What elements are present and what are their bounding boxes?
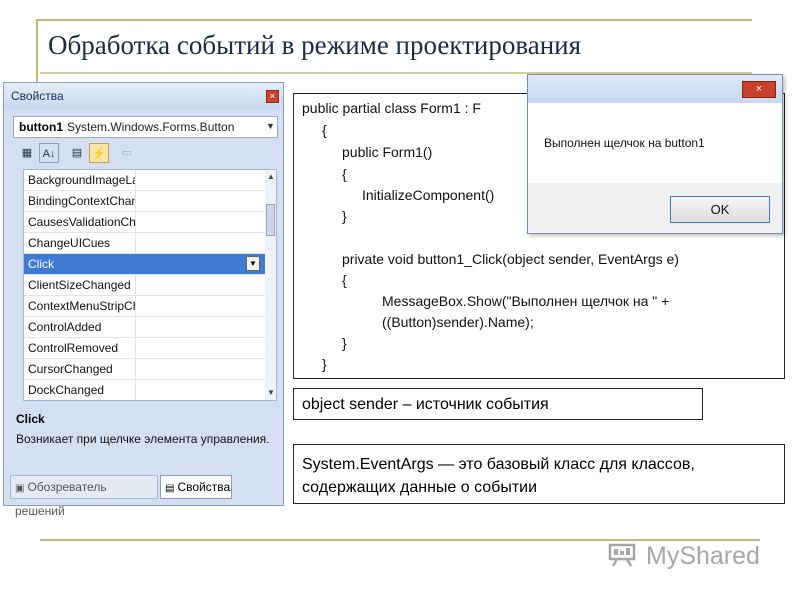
properties-toolbar: ▦ A↓ ▤ ⚡ ▭ xyxy=(13,141,278,167)
code-line: InitializeComponent() xyxy=(362,187,495,203)
properties-window: Свойства × button1 System.Windows.Forms.… xyxy=(3,82,284,518)
chevron-down-icon: ▼ xyxy=(266,121,275,131)
grid-row[interactable]: CausesValidationCha xyxy=(24,212,265,233)
event-name: ControlAdded xyxy=(28,320,102,334)
grid-row[interactable]: CursorChanged xyxy=(24,359,265,380)
grid-row[interactable]: ControlRemoved xyxy=(24,338,265,359)
object-name: button1 xyxy=(19,120,63,134)
slide-title: Обработка событий в режиме проектировани… xyxy=(48,30,582,60)
event-name: Click xyxy=(28,257,54,271)
scroll-thumb[interactable] xyxy=(266,204,275,236)
grid-separator xyxy=(135,212,136,232)
properties-icon: ▤ xyxy=(165,483,175,494)
close-icon[interactable]: × xyxy=(266,90,279,103)
grid-row[interactable]: ChangeUICues xyxy=(24,233,265,254)
code-line: ((Button)sender).Name); xyxy=(382,314,534,330)
object-type: System.Windows.Forms.Button xyxy=(67,120,235,134)
event-name: CursorChanged xyxy=(28,362,113,376)
tab-label: Свойства xyxy=(177,480,231,494)
code-line: MessageBox.Show("Выполнен щелчок на " + xyxy=(382,293,670,309)
logo-text: MyShared xyxy=(646,542,760,570)
solution-explorer-icon: ▣ xyxy=(15,483,25,494)
properties-icon[interactable]: ▤ xyxy=(67,143,87,163)
object-selector[interactable]: button1 System.Windows.Forms.Button ▼ xyxy=(13,116,278,138)
code-line: } xyxy=(342,335,347,351)
alphabetical-icon[interactable]: A↓ xyxy=(39,143,59,163)
eventargs-note: System.EventArgs — это базовый класс для… xyxy=(293,444,785,504)
grid-row-selected[interactable]: Click ▼ xyxy=(24,254,265,275)
code-line: } xyxy=(322,356,327,372)
site-logo: MyShared xyxy=(606,540,766,574)
grid-scrollbar[interactable]: ▲ ▼ xyxy=(265,170,276,400)
event-name: ClientSizeChanged xyxy=(28,278,131,292)
event-name: BindingContextChan xyxy=(28,194,136,208)
tab-properties[interactable]: ▤ Свойства xyxy=(160,475,232,499)
ok-button[interactable]: OK xyxy=(670,196,770,223)
code-line: } xyxy=(342,208,347,224)
event-name: DockChanged xyxy=(28,383,105,397)
code-line: { xyxy=(342,166,347,182)
grid-row[interactable]: ClientSizeChanged xyxy=(24,275,265,296)
grid-separator xyxy=(135,359,136,379)
code-line: { xyxy=(322,122,327,138)
panel-tabs: ▣ Обозреватель решений ▤ Свойства xyxy=(4,471,283,518)
tab-solution-explorer[interactable]: ▣ Обозреватель решений xyxy=(10,475,158,518)
dialog-titlebar: × xyxy=(528,75,782,103)
property-pages-icon[interactable]: ▭ xyxy=(117,143,137,163)
grid-separator xyxy=(135,317,136,337)
grid-row[interactable]: DockChanged xyxy=(24,380,265,400)
grid-row[interactable]: ContextMenuStripCh xyxy=(24,296,265,317)
grid-separator xyxy=(135,275,136,295)
code-line: public Form1() xyxy=(342,144,433,160)
grid-separator xyxy=(135,296,136,316)
presentation-board-icon xyxy=(608,543,636,567)
event-name: CausesValidationCha xyxy=(28,215,136,229)
title-top-rule xyxy=(38,19,752,21)
tab-label: Обозреватель решений xyxy=(15,480,107,518)
chevron-down-icon[interactable]: ▼ xyxy=(267,388,275,397)
grid-row[interactable]: ControlAdded xyxy=(24,317,265,338)
grid-row[interactable]: BackgroundImageLay xyxy=(24,170,265,191)
code-line: public partial class Form1 : F xyxy=(302,100,481,116)
dialog-body: Выполнен щелчок на button1 xyxy=(528,103,782,183)
description-text: Возникает при щелчке элемента управления… xyxy=(16,432,270,446)
chevron-up-icon[interactable]: ▲ xyxy=(267,172,275,181)
chevron-down-icon[interactable]: ▼ xyxy=(246,256,260,271)
message-box-dialog: × Выполнен щелчок на button1 OK xyxy=(527,74,783,234)
event-name: ContextMenuStripCh xyxy=(28,299,136,313)
close-icon[interactable]: × xyxy=(742,81,776,98)
event-name: ControlRemoved xyxy=(28,341,119,355)
event-name: BackgroundImageLay xyxy=(28,173,136,187)
categorized-icon[interactable]: ▦ xyxy=(17,143,37,163)
grid-separator xyxy=(135,380,136,400)
grid-separator xyxy=(135,338,136,358)
description-title: Click xyxy=(16,412,45,426)
dialog-message: Выполнен щелчок на button1 xyxy=(544,136,705,150)
events-lightning-icon[interactable]: ⚡ xyxy=(89,143,109,163)
code-line: { xyxy=(342,272,347,288)
property-grid: BackgroundImageLay BindingContextChan Ca… xyxy=(23,169,277,401)
grid-separator xyxy=(135,191,136,211)
code-line: private void button1_Click(object sender… xyxy=(342,251,679,267)
event-name: ChangeUICues xyxy=(28,236,111,250)
properties-title: Свойства xyxy=(11,89,64,103)
title-left-rule xyxy=(36,19,38,83)
grid-separator xyxy=(135,233,136,253)
properties-header: Свойства × xyxy=(4,83,283,109)
sender-note: object sender – источник события xyxy=(293,388,703,420)
description-pane: Click Возникает при щелчке элемента упра… xyxy=(13,405,278,465)
grid-row[interactable]: BindingContextChan xyxy=(24,191,265,212)
grid-separator xyxy=(135,170,136,190)
